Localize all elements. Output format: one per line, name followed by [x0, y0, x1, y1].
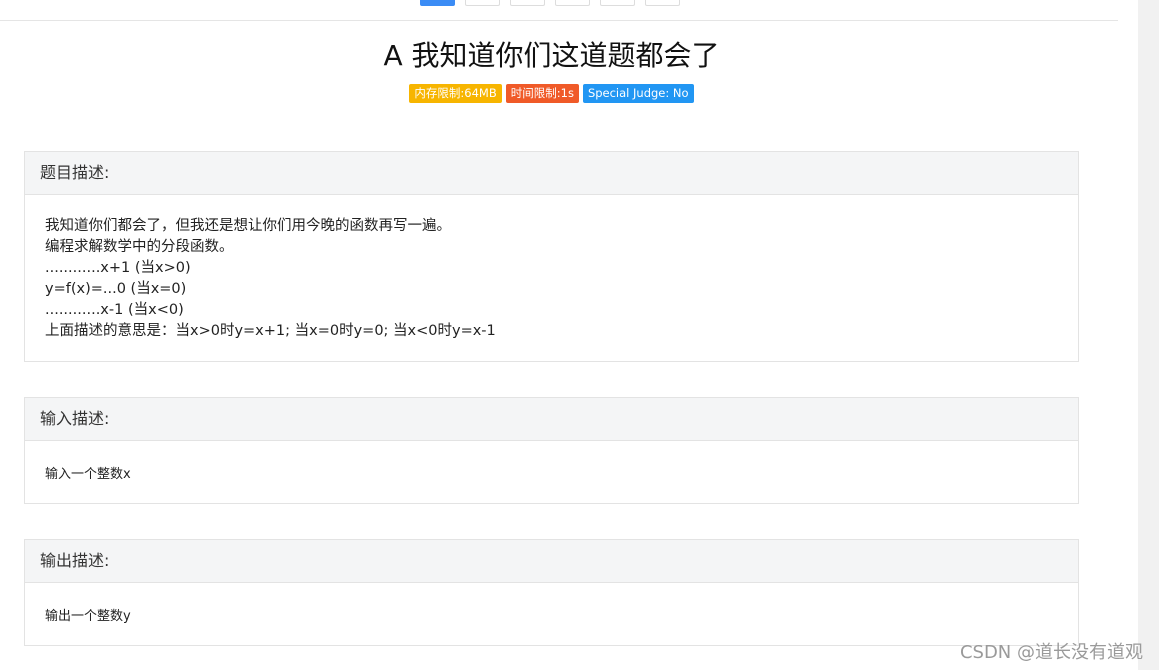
top-divider: [0, 20, 1118, 21]
tab-6[interactable]: [645, 0, 680, 6]
description-line: ............x-1 (当x<0): [45, 302, 184, 318]
description-line: ............x+1 (当x>0): [45, 260, 191, 276]
output-panel: 输出描述: 输出一个整数y: [24, 539, 1079, 646]
description-line: 我知道你们都会了，但我还是想让你们用今晚的函数再写一遍。: [45, 218, 451, 234]
right-gutter: [1118, 0, 1138, 670]
output-text: 输出一个整数y: [45, 609, 131, 624]
description-line: 编程求解数学中的分段函数。: [45, 239, 234, 255]
time-limit-badge: 时间限制:1s: [505, 84, 579, 103]
tab-2[interactable]: [465, 0, 500, 6]
watermark: CSDN @道长没有道观: [959, 642, 1143, 663]
description-heading: 题目描述:: [25, 152, 1078, 195]
description-body: 我知道你们都会了，但我还是想让你们用今晚的函数再写一遍。 编程求解数学中的分段函…: [25, 195, 1078, 342]
tab-5[interactable]: [600, 0, 635, 6]
input-heading: 输入描述:: [25, 398, 1078, 441]
description-panel: 题目描述: 我知道你们都会了，但我还是想让你们用今晚的函数再写一遍。 编程求解数…: [24, 151, 1079, 362]
input-panel: 输入描述: 输入一个整数x: [24, 397, 1079, 504]
tab-1[interactable]: [420, 0, 455, 6]
problem-page: A 我知道你们这道题都会了 内存限制:64MB 时间限制:1s Special …: [0, 0, 1118, 670]
problem-tabs: [420, 0, 680, 7]
output-heading: 输出描述:: [25, 540, 1078, 583]
special-judge-badge: Special Judge: No: [582, 84, 694, 103]
tab-3[interactable]: [510, 0, 545, 6]
vertical-scrollbar[interactable]: [1138, 0, 1159, 670]
problem-title: A 我知道你们这道题都会了: [383, 39, 720, 72]
tab-4[interactable]: [555, 0, 590, 6]
description-line: y=f(x)=...0 (当x=0): [45, 281, 187, 297]
input-text: 输入一个整数x: [45, 467, 131, 482]
description-line: 上面描述的意思是：当x>0时y=x+1; 当x=0时y=0; 当x<0时y=x-…: [45, 323, 496, 339]
memory-limit-badge: 内存限制:64MB: [409, 84, 502, 103]
problem-badges: 内存限制:64MB 时间限制:1s Special Judge: No: [0, 84, 1103, 103]
